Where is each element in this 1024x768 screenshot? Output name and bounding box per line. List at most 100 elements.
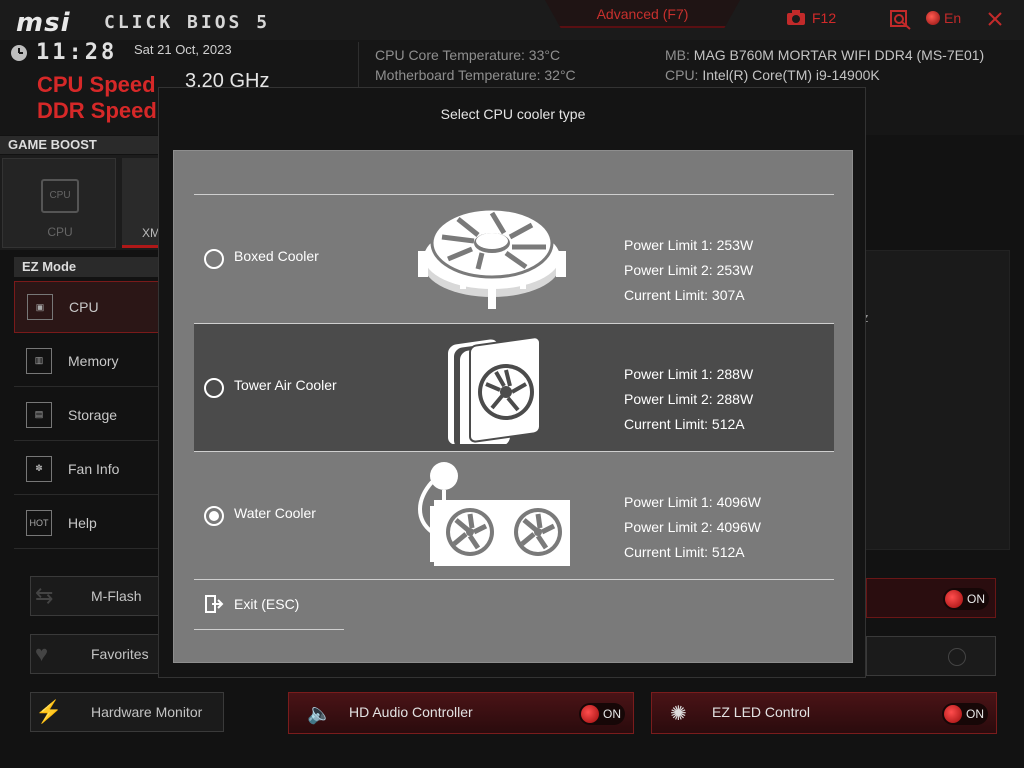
tower-air-cooler-icon (448, 336, 541, 444)
game-boost-xmp-tab[interactable]: XM (122, 158, 162, 248)
power-limit-2: Power Limit 2: 288W (624, 391, 754, 407)
favorites-icon: ♥ (35, 641, 49, 666)
sidebar-item-memory[interactable]: ▥ Memory (14, 335, 160, 387)
sidebar-item-label: Fan Info (68, 460, 120, 477)
cooler-specs: Power Limit 1: 4096W Power Limit 2: 4096… (624, 490, 761, 565)
hardware-monitor-button[interactable]: ⚡ Hardware Monitor (30, 692, 224, 732)
temperature-info: CPU Core Temperature: 33°C Motherboard T… (375, 45, 576, 85)
exit-underline (194, 629, 344, 630)
motherboard-temperature: Motherboard Temperature: 32°C (375, 67, 576, 83)
sidebar-item-fan-info[interactable]: ✽ Fan Info (14, 443, 160, 495)
hotkey-icon: HOT (26, 509, 52, 536)
led-icon: ✺ (670, 703, 687, 725)
screenshot-key-label: F12 (812, 10, 837, 26)
power-limit-2: Power Limit 2: 4096W (624, 519, 761, 535)
toggle-on-label: ON (966, 707, 984, 721)
cooler-specs: Power Limit 1: 288W Power Limit 2: 288W … (624, 362, 753, 437)
hd-audio-label: HD Audio Controller (349, 704, 473, 720)
cpu-icon: ▣ (27, 294, 53, 320)
current-limit: Current Limit: 512A (624, 416, 745, 432)
toggle-knob-icon (945, 590, 963, 608)
cpu-chip-icon: CPU (41, 179, 79, 213)
background-toggle-row[interactable]: ON (866, 578, 996, 618)
mflash-label: M-Flash (91, 588, 142, 604)
dialog-body: Boxed Cooler Power Limit 1: 253W Power L… (173, 150, 853, 663)
toggle-on-label: ON (967, 592, 985, 606)
cooler-radio-tower-air[interactable] (204, 378, 224, 398)
power-limit-2: Power Limit 2: 253W (624, 262, 754, 278)
cooler-name: Tower Air Cooler (234, 377, 337, 393)
language-label: En (944, 10, 962, 26)
background-option-row[interactable] (866, 636, 996, 676)
cooler-radio-boxed[interactable] (204, 249, 224, 269)
game-boost-cpu-label: CPU (47, 225, 73, 239)
game-boost-cpu-tab[interactable]: CPU CPU (2, 158, 116, 248)
game-boost-title: GAME BOOST (0, 136, 160, 154)
power-limit-1: Power Limit 1: 288W (624, 366, 754, 382)
divider (194, 579, 834, 580)
sidebar-item-help[interactable]: HOT Help (14, 497, 160, 549)
globe-icon (926, 11, 940, 25)
cpu-speed-label: CPU Speed (37, 72, 156, 97)
toggle-on-label: ON (603, 707, 621, 721)
ez-led-toggle[interactable]: ON (942, 703, 988, 725)
advanced-mode-tab[interactable]: Advanced (F7) (545, 0, 740, 28)
cpu-label: CPU: (665, 67, 699, 83)
clock: 11:28 (10, 40, 117, 65)
ez-led-button[interactable]: ✺ EZ LED Control ON (651, 692, 997, 734)
power-limit-1: Power Limit 1: 253W (624, 237, 754, 253)
top-bar: msi CLICK BIOS 5 Advanced (F7) F12 En (0, 0, 1024, 40)
hardware-monitor-label: Hardware Monitor (91, 704, 203, 720)
toggle-knob-icon (944, 705, 962, 723)
sidebar-item-cpu[interactable]: ▣ CPU (14, 281, 160, 333)
clock-icon (11, 44, 27, 61)
sidebar-item-label: CPU (69, 299, 99, 315)
info-divider (358, 42, 359, 90)
hardware-info: MB: MAG B760M MORTAR WIFI DDR4 (MS-7E01)… (665, 45, 984, 85)
favorites-label: Favorites (91, 646, 149, 662)
ez-led-label: EZ LED Control (712, 704, 811, 720)
close-icon[interactable] (988, 12, 1002, 26)
fan-icon: ✽ (26, 455, 52, 482)
bios-name: CLICK BIOS 5 (104, 12, 271, 33)
background-radio[interactable] (948, 648, 966, 666)
memory-icon: ▥ (26, 347, 52, 374)
cooler-option-water[interactable]: Water Cooler Power Limit 1: 4096W Power … (194, 452, 834, 580)
exit-button[interactable]: Exit (ESC) (204, 594, 299, 614)
storage-icon: ▤ (26, 401, 52, 428)
sidebar-item-label: Storage (68, 406, 118, 423)
ddr-speed-label: DDR Speed (37, 98, 157, 123)
dialog-title: Select CPU cooler type (440, 106, 586, 122)
usb-icon: ⇆ (35, 583, 54, 608)
sidebar-item-label: Memory (68, 352, 119, 369)
boxed-cooler-icon (418, 207, 566, 309)
msi-logo: msi (16, 8, 71, 38)
cooler-option-boxed[interactable]: Boxed Cooler Power Limit 1: 253W Power L… (194, 195, 834, 323)
cooler-radio-water[interactable] (204, 506, 224, 526)
screenshot-button[interactable]: F12 (786, 10, 836, 26)
sidebar-item-label: Help (68, 514, 97, 531)
exit-label: Exit (ESC) (234, 596, 300, 612)
search-icon[interactable] (890, 10, 912, 30)
cooler-name: Water Cooler (234, 505, 316, 521)
clock-time: 11:28 (36, 40, 118, 65)
hd-audio-button[interactable]: 🔈 HD Audio Controller ON (288, 692, 634, 734)
cooler-option-tower-air[interactable]: Tower Air Cooler Power Limit 1: 288W Pow… (194, 324, 834, 452)
current-limit: Current Limit: 307A (624, 287, 745, 303)
hd-audio-toggle[interactable]: ON (579, 703, 625, 725)
power-limit-1: Power Limit 1: 4096W (624, 494, 761, 510)
language-selector[interactable]: En (926, 10, 961, 26)
cooler-select-dialog: Select CPU cooler type Boxed Cooler Powe (158, 87, 866, 678)
cooler-specs: Power Limit 1: 253W Power Limit 2: 253W … (624, 233, 753, 308)
advanced-mode-label: Advanced (F7) (596, 6, 689, 22)
water-cooler-icon (418, 462, 570, 566)
cpu-temperature: CPU Core Temperature: 33°C (375, 47, 561, 63)
sidebar-item-storage[interactable]: ▤ Storage (14, 389, 160, 441)
cooler-name: Boxed Cooler (234, 248, 319, 264)
current-limit: Current Limit: 512A (624, 544, 745, 560)
on-toggle[interactable]: ON (943, 588, 989, 610)
cpu-value: Intel(R) Core(TM) i9-14900K (702, 67, 880, 83)
mb-value: MAG B760M MORTAR WIFI DDR4 (MS-7E01) (693, 47, 985, 63)
toggle-knob-icon (581, 705, 599, 723)
clock-date: Sat 21 Oct, 2023 (134, 42, 232, 57)
